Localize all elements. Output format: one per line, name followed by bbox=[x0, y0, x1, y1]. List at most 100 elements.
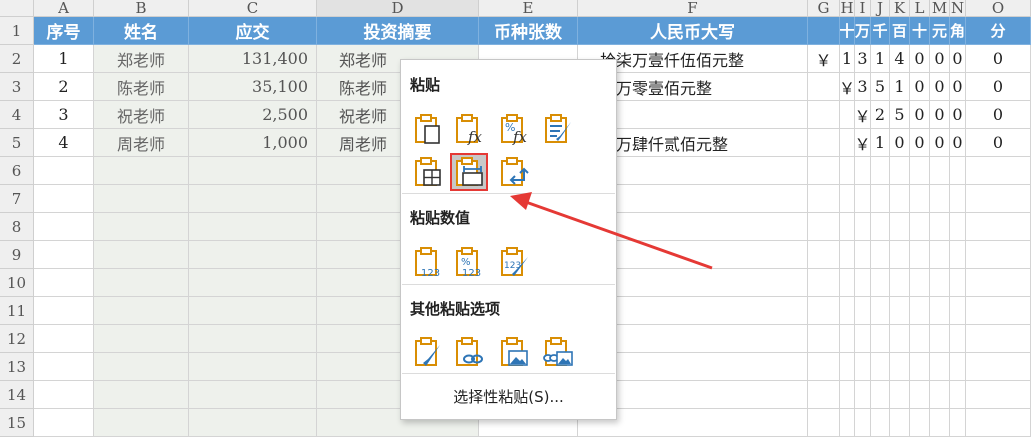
empty-cell[interactable] bbox=[94, 381, 189, 409]
column-header-N[interactable]: N bbox=[950, 0, 966, 17]
empty-cell[interactable] bbox=[189, 157, 317, 185]
empty-cell[interactable] bbox=[808, 269, 840, 297]
empty-cell[interactable] bbox=[855, 213, 871, 241]
keep-column-widths-icon[interactable] bbox=[450, 153, 488, 191]
values-number-format-icon[interactable]: % 123 bbox=[450, 243, 488, 281]
empty-cell[interactable] bbox=[930, 381, 950, 409]
paste-formulas-number-format-icon[interactable]: % fx bbox=[495, 110, 533, 148]
cell-digit[interactable]: 0 bbox=[930, 73, 950, 101]
empty-cell[interactable] bbox=[840, 325, 855, 353]
empty-cell[interactable] bbox=[930, 353, 950, 381]
row-header-4[interactable]: 4 bbox=[0, 101, 34, 129]
empty-cell[interactable] bbox=[871, 325, 890, 353]
empty-cell[interactable] bbox=[910, 381, 930, 409]
cell-digit[interactable]: ￥ bbox=[855, 101, 871, 129]
empty-cell[interactable] bbox=[950, 353, 966, 381]
column-header-I[interactable]: I bbox=[855, 0, 871, 17]
empty-cell[interactable] bbox=[930, 157, 950, 185]
cell-digit[interactable]: 4 bbox=[890, 45, 910, 73]
empty-cell[interactable] bbox=[910, 269, 930, 297]
header-cell-digit-unit[interactable]: 角 bbox=[950, 17, 966, 45]
header-cell-rmb-upper[interactable]: 人民币大写 bbox=[578, 17, 808, 45]
empty-cell[interactable] bbox=[840, 353, 855, 381]
empty-cell[interactable] bbox=[950, 409, 966, 437]
row-header-11[interactable]: 11 bbox=[0, 297, 34, 325]
cell-amount[interactable]: 131,400 bbox=[189, 45, 317, 73]
empty-cell[interactable] bbox=[890, 269, 910, 297]
empty-cell[interactable] bbox=[930, 241, 950, 269]
empty-cell[interactable] bbox=[94, 325, 189, 353]
cell-digit[interactable]: 3 bbox=[855, 73, 871, 101]
header-cell-due[interactable]: 应交 bbox=[189, 17, 317, 45]
empty-cell[interactable] bbox=[910, 185, 930, 213]
cell-digit[interactable]: 0 bbox=[910, 73, 930, 101]
empty-cell[interactable] bbox=[189, 381, 317, 409]
empty-cell[interactable] bbox=[94, 409, 189, 437]
empty-cell[interactable] bbox=[34, 157, 94, 185]
cell-digit[interactable]: 0 bbox=[950, 129, 966, 157]
cell-digit[interactable]: 5 bbox=[871, 73, 890, 101]
empty-cell[interactable] bbox=[94, 269, 189, 297]
empty-cell[interactable] bbox=[950, 381, 966, 409]
column-header-D[interactable]: D bbox=[317, 0, 479, 17]
empty-cell[interactable] bbox=[966, 353, 1031, 381]
empty-cell[interactable] bbox=[871, 241, 890, 269]
cell-name[interactable]: 周老师 bbox=[94, 129, 189, 157]
empty-cell[interactable] bbox=[840, 157, 855, 185]
cell-seq[interactable]: 1 bbox=[34, 45, 94, 73]
no-borders-icon[interactable] bbox=[409, 153, 447, 191]
empty-cell[interactable] bbox=[34, 269, 94, 297]
empty-cell[interactable] bbox=[890, 213, 910, 241]
column-header-H[interactable]: H bbox=[840, 0, 855, 17]
row-header-7[interactable]: 7 bbox=[0, 185, 34, 213]
empty-cell[interactable] bbox=[855, 157, 871, 185]
cell-seq[interactable]: 3 bbox=[34, 101, 94, 129]
header-cell-digit-unit[interactable]: 十 bbox=[910, 17, 930, 45]
header-cell-digit-unit[interactable]: 分 bbox=[966, 17, 1031, 45]
empty-cell[interactable] bbox=[840, 409, 855, 437]
empty-cell[interactable] bbox=[890, 381, 910, 409]
empty-cell[interactable] bbox=[808, 297, 840, 325]
cell-seq[interactable]: 4 bbox=[34, 129, 94, 157]
empty-cell[interactable] bbox=[950, 325, 966, 353]
empty-cell[interactable] bbox=[808, 409, 840, 437]
empty-cell[interactable] bbox=[855, 325, 871, 353]
cell-digit[interactable]: 0 bbox=[910, 101, 930, 129]
linked-picture-icon[interactable] bbox=[539, 333, 577, 371]
cell-digit[interactable]: 0 bbox=[950, 73, 966, 101]
row-header-3[interactable]: 3 bbox=[0, 73, 34, 101]
empty-cell[interactable] bbox=[966, 157, 1031, 185]
paste-formulas-icon[interactable]: fx bbox=[450, 110, 488, 148]
row-header-12[interactable]: 12 bbox=[0, 325, 34, 353]
cell-name[interactable]: 郑老师 bbox=[94, 45, 189, 73]
row-header-9[interactable]: 9 bbox=[0, 241, 34, 269]
column-header-B[interactable]: B bbox=[94, 0, 189, 17]
select-all-corner[interactable] bbox=[0, 0, 34, 17]
empty-cell[interactable] bbox=[840, 269, 855, 297]
cell-seq[interactable]: 2 bbox=[34, 73, 94, 101]
empty-cell[interactable] bbox=[910, 297, 930, 325]
empty-cell[interactable] bbox=[189, 213, 317, 241]
empty-cell[interactable] bbox=[890, 353, 910, 381]
empty-cell[interactable] bbox=[34, 381, 94, 409]
empty-cell[interactable] bbox=[930, 297, 950, 325]
empty-cell[interactable] bbox=[34, 325, 94, 353]
empty-cell[interactable] bbox=[189, 297, 317, 325]
header-cell-digit-unit[interactable]: 千 bbox=[871, 17, 890, 45]
transpose-icon[interactable] bbox=[495, 153, 533, 191]
empty-cell[interactable] bbox=[94, 353, 189, 381]
keep-source-formatting-icon[interactable] bbox=[539, 110, 577, 148]
empty-cell[interactable] bbox=[910, 241, 930, 269]
empty-cell[interactable] bbox=[808, 213, 840, 241]
empty-cell[interactable] bbox=[890, 409, 910, 437]
empty-cell[interactable] bbox=[966, 297, 1031, 325]
paste-link-icon[interactable] bbox=[450, 333, 488, 371]
empty-cell[interactable] bbox=[871, 381, 890, 409]
column-header-C[interactable]: C bbox=[189, 0, 317, 17]
cell-digit[interactable]: 1 bbox=[840, 45, 855, 73]
empty-cell[interactable] bbox=[189, 353, 317, 381]
cell-name[interactable]: 陈老师 bbox=[94, 73, 189, 101]
cell-digit[interactable]: 1 bbox=[871, 45, 890, 73]
empty-cell[interactable] bbox=[189, 325, 317, 353]
empty-cell[interactable] bbox=[808, 381, 840, 409]
